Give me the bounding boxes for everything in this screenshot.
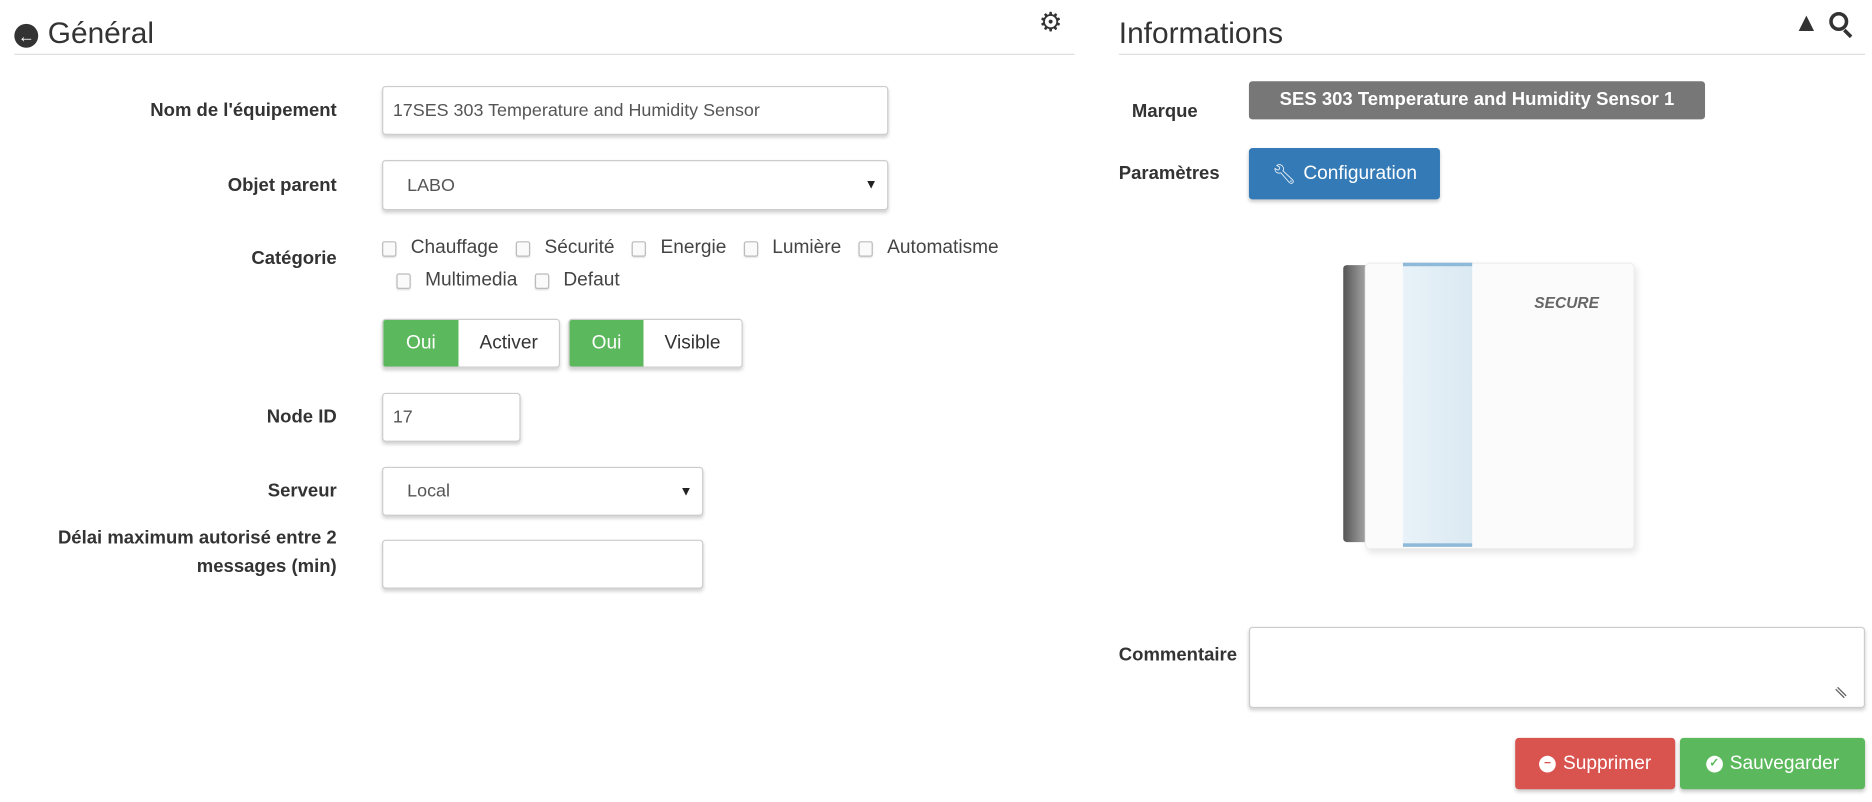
category-checkbox-chauffage[interactable]: Chauffage: [382, 238, 499, 259]
node-id-label: Node ID: [266, 407, 337, 428]
brand-badge: SES 303 Temperature and Humidity Sensor …: [1248, 81, 1706, 120]
visible-toggle[interactable]: Oui Visible: [568, 318, 743, 368]
minus-circle-icon: −: [1539, 755, 1556, 772]
params-label: Paramètres: [1118, 163, 1220, 184]
activate-toggle-label[interactable]: Activer: [458, 319, 559, 367]
category-checkbox-energie[interactable]: Energie: [631, 238, 726, 259]
server-label: Serveur: [267, 481, 337, 502]
wrench-icon: 🔧︎: [1271, 164, 1297, 185]
save-button[interactable]: ✓ Sauvegarder: [1679, 737, 1866, 790]
comment-textarea[interactable]: [1248, 626, 1866, 709]
parent-label: Objet parent: [227, 175, 337, 196]
category-row-1: Chauffage Sécurité Energie Lumière Autom…: [382, 238, 1011, 262]
delay-label: Délai maximum autorisé entre 2 messages …: [57, 527, 337, 577]
delay-input[interactable]: [382, 539, 704, 589]
tree-icon[interactable]: ▲: [1793, 7, 1819, 38]
info-divider: [1118, 53, 1866, 55]
chevron-down-icon: ▼: [679, 484, 693, 499]
parent-select-value: LABO: [407, 174, 455, 196]
search-icon-handle: [1843, 28, 1853, 39]
parent-select[interactable]: LABO ▼: [382, 159, 889, 211]
category-checkbox-multimedia[interactable]: Multimedia: [396, 270, 517, 291]
category-checkbox-defaut[interactable]: Defaut: [534, 270, 620, 291]
general-divider: [14, 53, 1075, 55]
brand-label: Marque: [1131, 101, 1198, 122]
category-checkbox-securite[interactable]: Sécurité: [515, 238, 615, 259]
visible-toggle-on[interactable]: Oui: [569, 319, 644, 367]
check-circle-icon: ✓: [1705, 755, 1723, 772]
server-select[interactable]: Local ▼: [382, 466, 704, 516]
server-select-value: Local: [407, 481, 450, 502]
category-row-2: Multimedia Defaut: [396, 270, 631, 294]
configuration-button[interactable]: 🔧︎ Configuration: [1248, 148, 1440, 200]
category-checkbox-automatisme[interactable]: Automatisme: [858, 238, 999, 259]
name-input[interactable]: 17SES 303 Temperature and Humidity Senso…: [382, 85, 889, 135]
gears-icon[interactable]: ⚙: [1039, 7, 1063, 38]
node-id-input[interactable]: 17: [382, 392, 521, 442]
activate-toggle[interactable]: Oui Activer: [382, 318, 560, 368]
category-checkbox-lumiere[interactable]: Lumière: [743, 238, 841, 259]
device-image: SECURE: [1343, 260, 1636, 559]
info-title: Informations: [1118, 16, 1284, 51]
chevron-down-icon: ▼: [864, 177, 878, 193]
name-label: Nom de l'équipement: [150, 100, 337, 121]
activate-toggle-on[interactable]: Oui: [383, 319, 459, 367]
category-label: Catégorie: [251, 248, 337, 269]
device-logo: SECURE: [1534, 293, 1599, 312]
comment-label: Commentaire: [1118, 644, 1238, 666]
delete-button[interactable]: − Supprimer: [1515, 737, 1676, 790]
general-title: Général: [47, 16, 154, 51]
visible-toggle-label[interactable]: Visible: [643, 319, 742, 367]
back-arrow-icon[interactable]: ←: [14, 23, 39, 48]
